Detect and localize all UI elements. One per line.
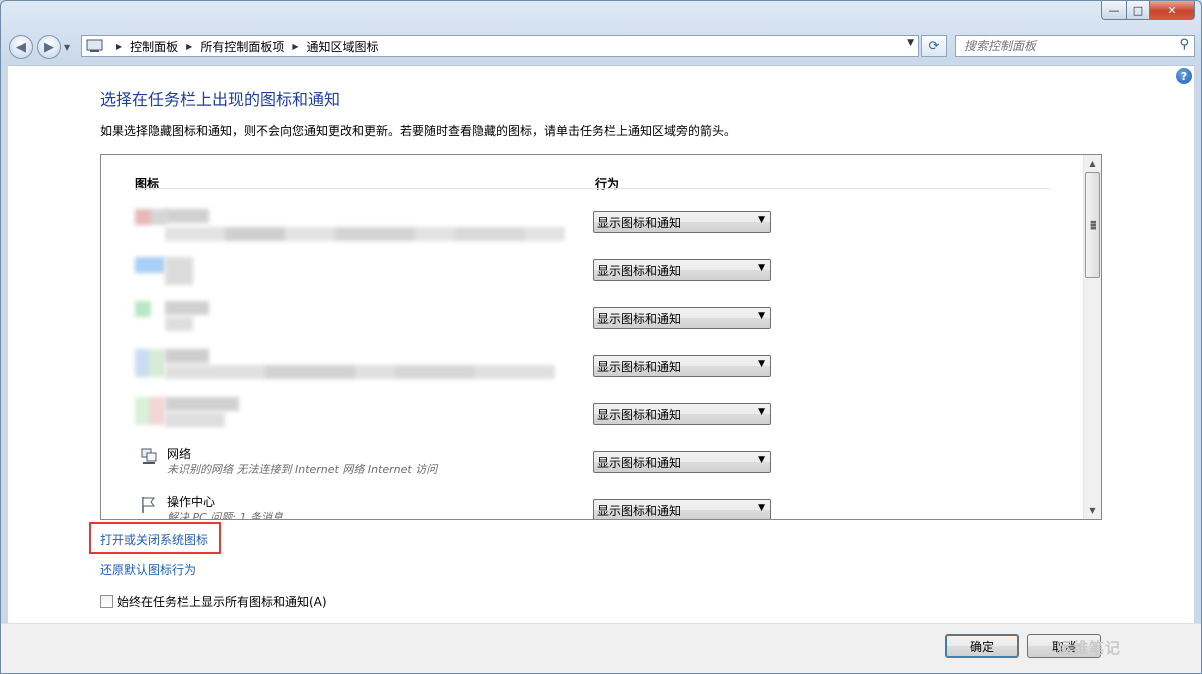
behavior-select-value: 显示图标和通知 (597, 311, 682, 326)
search-icon[interactable]: ⚲ (1179, 37, 1189, 52)
forward-arrow-icon: ▶ (44, 39, 54, 55)
flag-icon (142, 497, 155, 513)
dropdown-arrow-icon: ▼ (758, 407, 765, 417)
network-icon (141, 448, 157, 464)
dialog-footer: 确定 取消 (1, 623, 1201, 673)
behavior-select[interactable]: 显示图标和通知 ▼ (593, 403, 771, 425)
breadcrumb-separator-icon: ▶ (186, 41, 193, 51)
column-header-icon: 图标 (135, 177, 160, 191)
forward-button[interactable]: ▶ (37, 35, 61, 59)
behavior-select-value: 显示图标和通知 (597, 455, 682, 470)
breadcrumb-separator-icon: ▶ (116, 41, 123, 51)
grip-icon: ▬ ▬ ▬ (1090, 218, 1097, 232)
refresh-button[interactable]: ⟳ (921, 35, 947, 57)
behavior-select-value: 显示图标和通知 (597, 407, 682, 422)
caption-buttons: — □ ✕ (1101, 1, 1195, 20)
behavior-select[interactable]: 显示图标和通知 ▼ (593, 451, 771, 473)
back-arrow-icon: ◀ (16, 39, 26, 55)
app-status: 未识别的网络 无法连接到 Internet 网络 Internet 访问 (167, 463, 438, 476)
control-panel-icon (86, 39, 103, 52)
search-input[interactable] (962, 36, 1166, 56)
scroll-thumb[interactable]: ▬ ▬ ▬ (1085, 172, 1100, 278)
dropdown-arrow-icon: ▼ (758, 455, 765, 465)
behavior-select[interactable]: 显示图标和通知 ▼ (593, 307, 771, 329)
app-status: 解决 PC 问题: 1 条消息 (167, 511, 284, 520)
always-show-checkbox-row[interactable]: 始终在任务栏上显示所有图标和通知(A) (100, 593, 327, 610)
page-description: 如果选择隐藏图标和通知，则不会向您通知更改和更新。若要随时查看隐藏的图标，请单击… (100, 124, 737, 138)
list-scrollbar[interactable]: ▲ ▬ ▬ ▬ ▼ (1083, 155, 1101, 519)
scroll-down-icon[interactable]: ▼ (1084, 502, 1101, 519)
scroll-up-icon[interactable]: ▲ (1084, 155, 1101, 172)
dropdown-arrow-icon: ▼ (758, 503, 765, 513)
list-item: 显示图标和通知 ▼ (101, 391, 1101, 439)
list-item-action-center: 操作中心 解决 PC 问题: 1 条消息 显示图标和通知 ▼ (101, 487, 1101, 520)
list-item: 显示图标和通知 ▼ (101, 199, 1101, 247)
navigation-bar: ◀ ▶ ▼ ▶ 控制面板 ▶ 所有控制面板项 ▶ 通知区域图标 ▼ ⟳ ⚲ (9, 31, 1195, 59)
toggle-system-icons-link[interactable]: 打开或关闭系统图标 (100, 531, 208, 548)
dropdown-arrow-icon: ▼ (758, 215, 765, 225)
content-pane: ? 选择在任务栏上出现的图标和通知 如果选择隐藏图标和通知，则不会向您通知更改和… (8, 65, 1194, 624)
breadcrumb: ▶ 控制面板 ▶ 所有控制面板项 ▶ 通知区域图标 (108, 38, 379, 55)
help-icon[interactable]: ? (1176, 68, 1192, 84)
behavior-select[interactable]: 显示图标和通知 ▼ (593, 259, 771, 281)
behavior-select-value: 显示图标和通知 (597, 359, 682, 374)
breadcrumb-all-items[interactable]: 所有控制面板项 (200, 38, 284, 55)
behavior-select[interactable]: 显示图标和通知 ▼ (593, 499, 771, 519)
list-item: 显示图标和通知 ▼ (101, 295, 1101, 343)
app-name: 网络 (167, 447, 192, 461)
maximize-button[interactable]: □ (1127, 1, 1150, 20)
behavior-select[interactable]: 显示图标和通知 ▼ (593, 355, 771, 377)
always-show-checkbox[interactable] (100, 595, 113, 608)
search-box: ⚲ (955, 35, 1195, 57)
list-item: 显示图标和通知 ▼ (101, 343, 1101, 391)
always-show-label[interactable]: 始终在任务栏上显示所有图标和通知(A) (117, 593, 327, 610)
dropdown-arrow-icon: ▼ (758, 359, 765, 369)
ok-button[interactable]: 确定 (945, 634, 1019, 658)
restore-default-link[interactable]: 还原默认图标行为 (100, 561, 196, 578)
notification-icons-list: 图标 行为 显示图标和通知 ▼ 显示图标和通知 ▼ 显示图标和通知 ▼ 显示图标… (100, 154, 1102, 520)
breadcrumb-notification-icons[interactable]: 通知区域图标 (307, 38, 379, 55)
header-divider (135, 188, 1051, 189)
behavior-select-value: 显示图标和通知 (597, 215, 682, 230)
watermark-text: 运维笔记 (1057, 639, 1122, 657)
behavior-select-value: 显示图标和通知 (597, 503, 682, 518)
recent-pages-chevron-icon[interactable]: ▼ (64, 43, 70, 52)
refresh-icon: ⟳ (928, 38, 940, 54)
close-button[interactable]: ✕ (1150, 1, 1195, 20)
address-dropdown-icon[interactable]: ▼ (907, 38, 914, 48)
address-bar[interactable]: ▶ 控制面板 ▶ 所有控制面板项 ▶ 通知区域图标 ▼ (81, 35, 919, 57)
control-panel-window: — □ ✕ ◀ ▶ ▼ ▶ 控制面板 ▶ 所有控制面板项 ▶ 通知区域图标 ▼ … (0, 0, 1202, 674)
back-button[interactable]: ◀ (9, 35, 33, 59)
dropdown-arrow-icon: ▼ (758, 311, 765, 321)
dropdown-arrow-icon: ▼ (758, 263, 765, 273)
breadcrumb-control-panel[interactable]: 控制面板 (130, 38, 178, 55)
breadcrumb-separator-icon: ▶ (292, 41, 299, 51)
list-item-network: 网络 未识别的网络 无法连接到 Internet 网络 Internet 访问 … (101, 439, 1101, 487)
behavior-select[interactable]: 显示图标和通知 ▼ (593, 211, 771, 233)
app-name: 操作中心 (167, 495, 216, 509)
list-item: 显示图标和通知 ▼ (101, 247, 1101, 295)
column-header-behavior: 行为 (595, 177, 620, 191)
behavior-select-value: 显示图标和通知 (597, 263, 682, 278)
minimize-button[interactable]: — (1101, 1, 1127, 20)
page-title: 选择在任务栏上出现的图标和通知 (100, 90, 341, 109)
